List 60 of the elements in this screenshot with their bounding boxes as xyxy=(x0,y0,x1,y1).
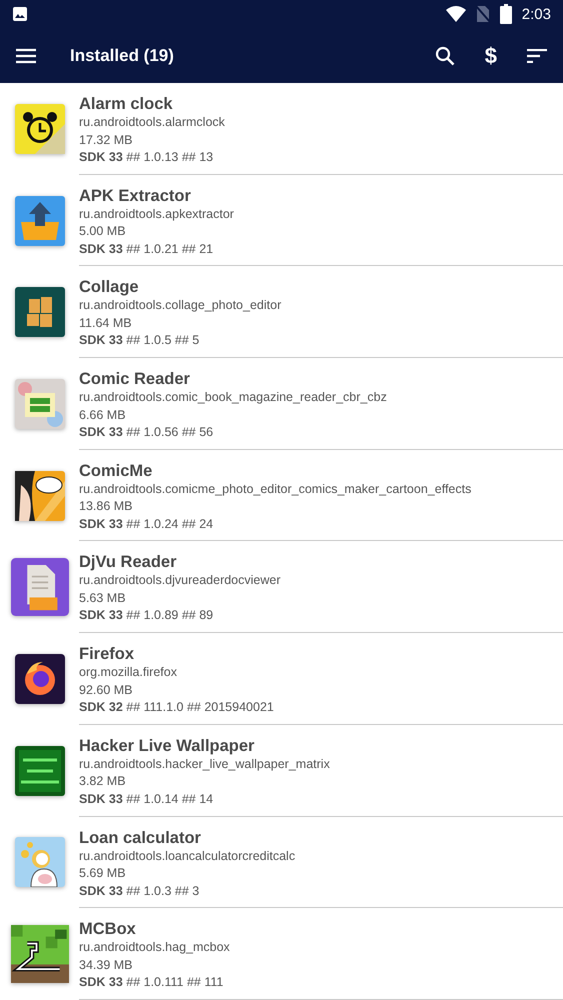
package-name: ru.androidtools.alarmclock xyxy=(79,114,226,131)
alarm-clock-icon xyxy=(14,104,64,154)
flame-globe-icon xyxy=(14,654,64,704)
version-info: SDK 32 ## 111.1.0 ## 2015940021 xyxy=(79,699,275,716)
package-name: ru.androidtools.djvureaderdocviewer xyxy=(79,572,282,590)
app-name: Hacker Live Wallpaper xyxy=(79,736,256,756)
speech-bubble-icon xyxy=(14,470,64,521)
matrix-icon xyxy=(14,746,64,796)
screen-title: Installed (19) xyxy=(70,46,175,66)
version-info: SDK 33 ## 1.0.56 ## 56 xyxy=(79,424,214,442)
battery-icon xyxy=(500,4,512,24)
collage-icon xyxy=(14,287,64,338)
app-name: Loan calculator xyxy=(79,828,202,848)
pixel-hanger-icon xyxy=(10,925,68,984)
document-icon xyxy=(10,558,68,616)
app-size: 34.39 MB xyxy=(79,956,134,974)
upload-box-icon xyxy=(14,196,64,246)
no-sim-icon xyxy=(476,5,490,23)
version-info: SDK 33 ## 1.0.3 ## 3 xyxy=(79,882,200,900)
comic-book-icon xyxy=(14,378,64,429)
version-info: SDK 33 ## 1.0.111 ## 111 xyxy=(79,974,224,992)
version-info: SDK 33 ## 1.0.13 ## 13 xyxy=(79,149,214,166)
app-name: Alarm clock xyxy=(79,94,174,114)
version-info: SDK 33 ## 1.0.14 ## 14 xyxy=(79,790,214,808)
donate-button[interactable]: $ xyxy=(484,42,497,68)
package-name: ru.androidtools.loancalculatorcreditcalc xyxy=(79,848,296,864)
status-time: 2:03 xyxy=(522,6,551,22)
app-name: ComicMe xyxy=(79,460,154,481)
coins-figure-icon xyxy=(14,837,64,888)
package-name: ru.androidtools.hag_mcbox xyxy=(79,939,231,956)
package-name: org.mozilla.firefox xyxy=(79,664,178,682)
package-name: ru.androidtools.comicme_photo_editor_comics_maker_cartoon_effects xyxy=(79,480,472,498)
version-info: SDK 33 ## 1.0.89 ## 89 xyxy=(79,607,214,624)
package-name: ru.androidtools.hacker_live_wallpaper_matrix xyxy=(79,756,331,773)
package-name: ru.androidtools.comic_book_magazine_reader_cbr_cbz xyxy=(79,389,388,406)
wifi-icon xyxy=(446,6,466,22)
image-icon xyxy=(12,6,28,22)
app-name: Firefox xyxy=(79,644,136,664)
search-icon[interactable] xyxy=(434,46,455,66)
version-info: SDK 33 ## 1.0.21 ## 21 xyxy=(79,240,214,258)
app-name: Comic Reader xyxy=(79,369,191,390)
version-info: SDK 33 ## 1.0.5 ## 5 xyxy=(79,332,200,350)
app-name: Collage xyxy=(79,277,140,298)
package-name: ru.androidtools.apkextractor xyxy=(79,206,235,223)
menu-icon[interactable] xyxy=(16,48,36,64)
app-size: 11.64 MB xyxy=(79,314,133,332)
app-size: 13.86 MB xyxy=(79,498,134,516)
app-size: 17.32 MB xyxy=(79,132,134,148)
app-size: 5.69 MB xyxy=(79,865,127,882)
app-name: APK Extractor xyxy=(79,186,192,206)
package-name: ru.androidtools.collage_photo_editor xyxy=(79,297,282,314)
version-info: SDK 33 ## 1.0.24 ## 24 xyxy=(79,516,214,533)
app-size: 5.63 MB xyxy=(79,590,127,607)
app-size: 6.66 MB xyxy=(79,406,127,424)
app-name: MCBox xyxy=(79,919,137,940)
app-name: DjVu Reader xyxy=(79,552,178,572)
sort-icon[interactable] xyxy=(527,48,547,62)
app-size: 92.60 MB xyxy=(79,682,134,699)
app-size: 5.00 MB xyxy=(79,223,127,240)
app-size: 3.82 MB xyxy=(79,773,127,790)
